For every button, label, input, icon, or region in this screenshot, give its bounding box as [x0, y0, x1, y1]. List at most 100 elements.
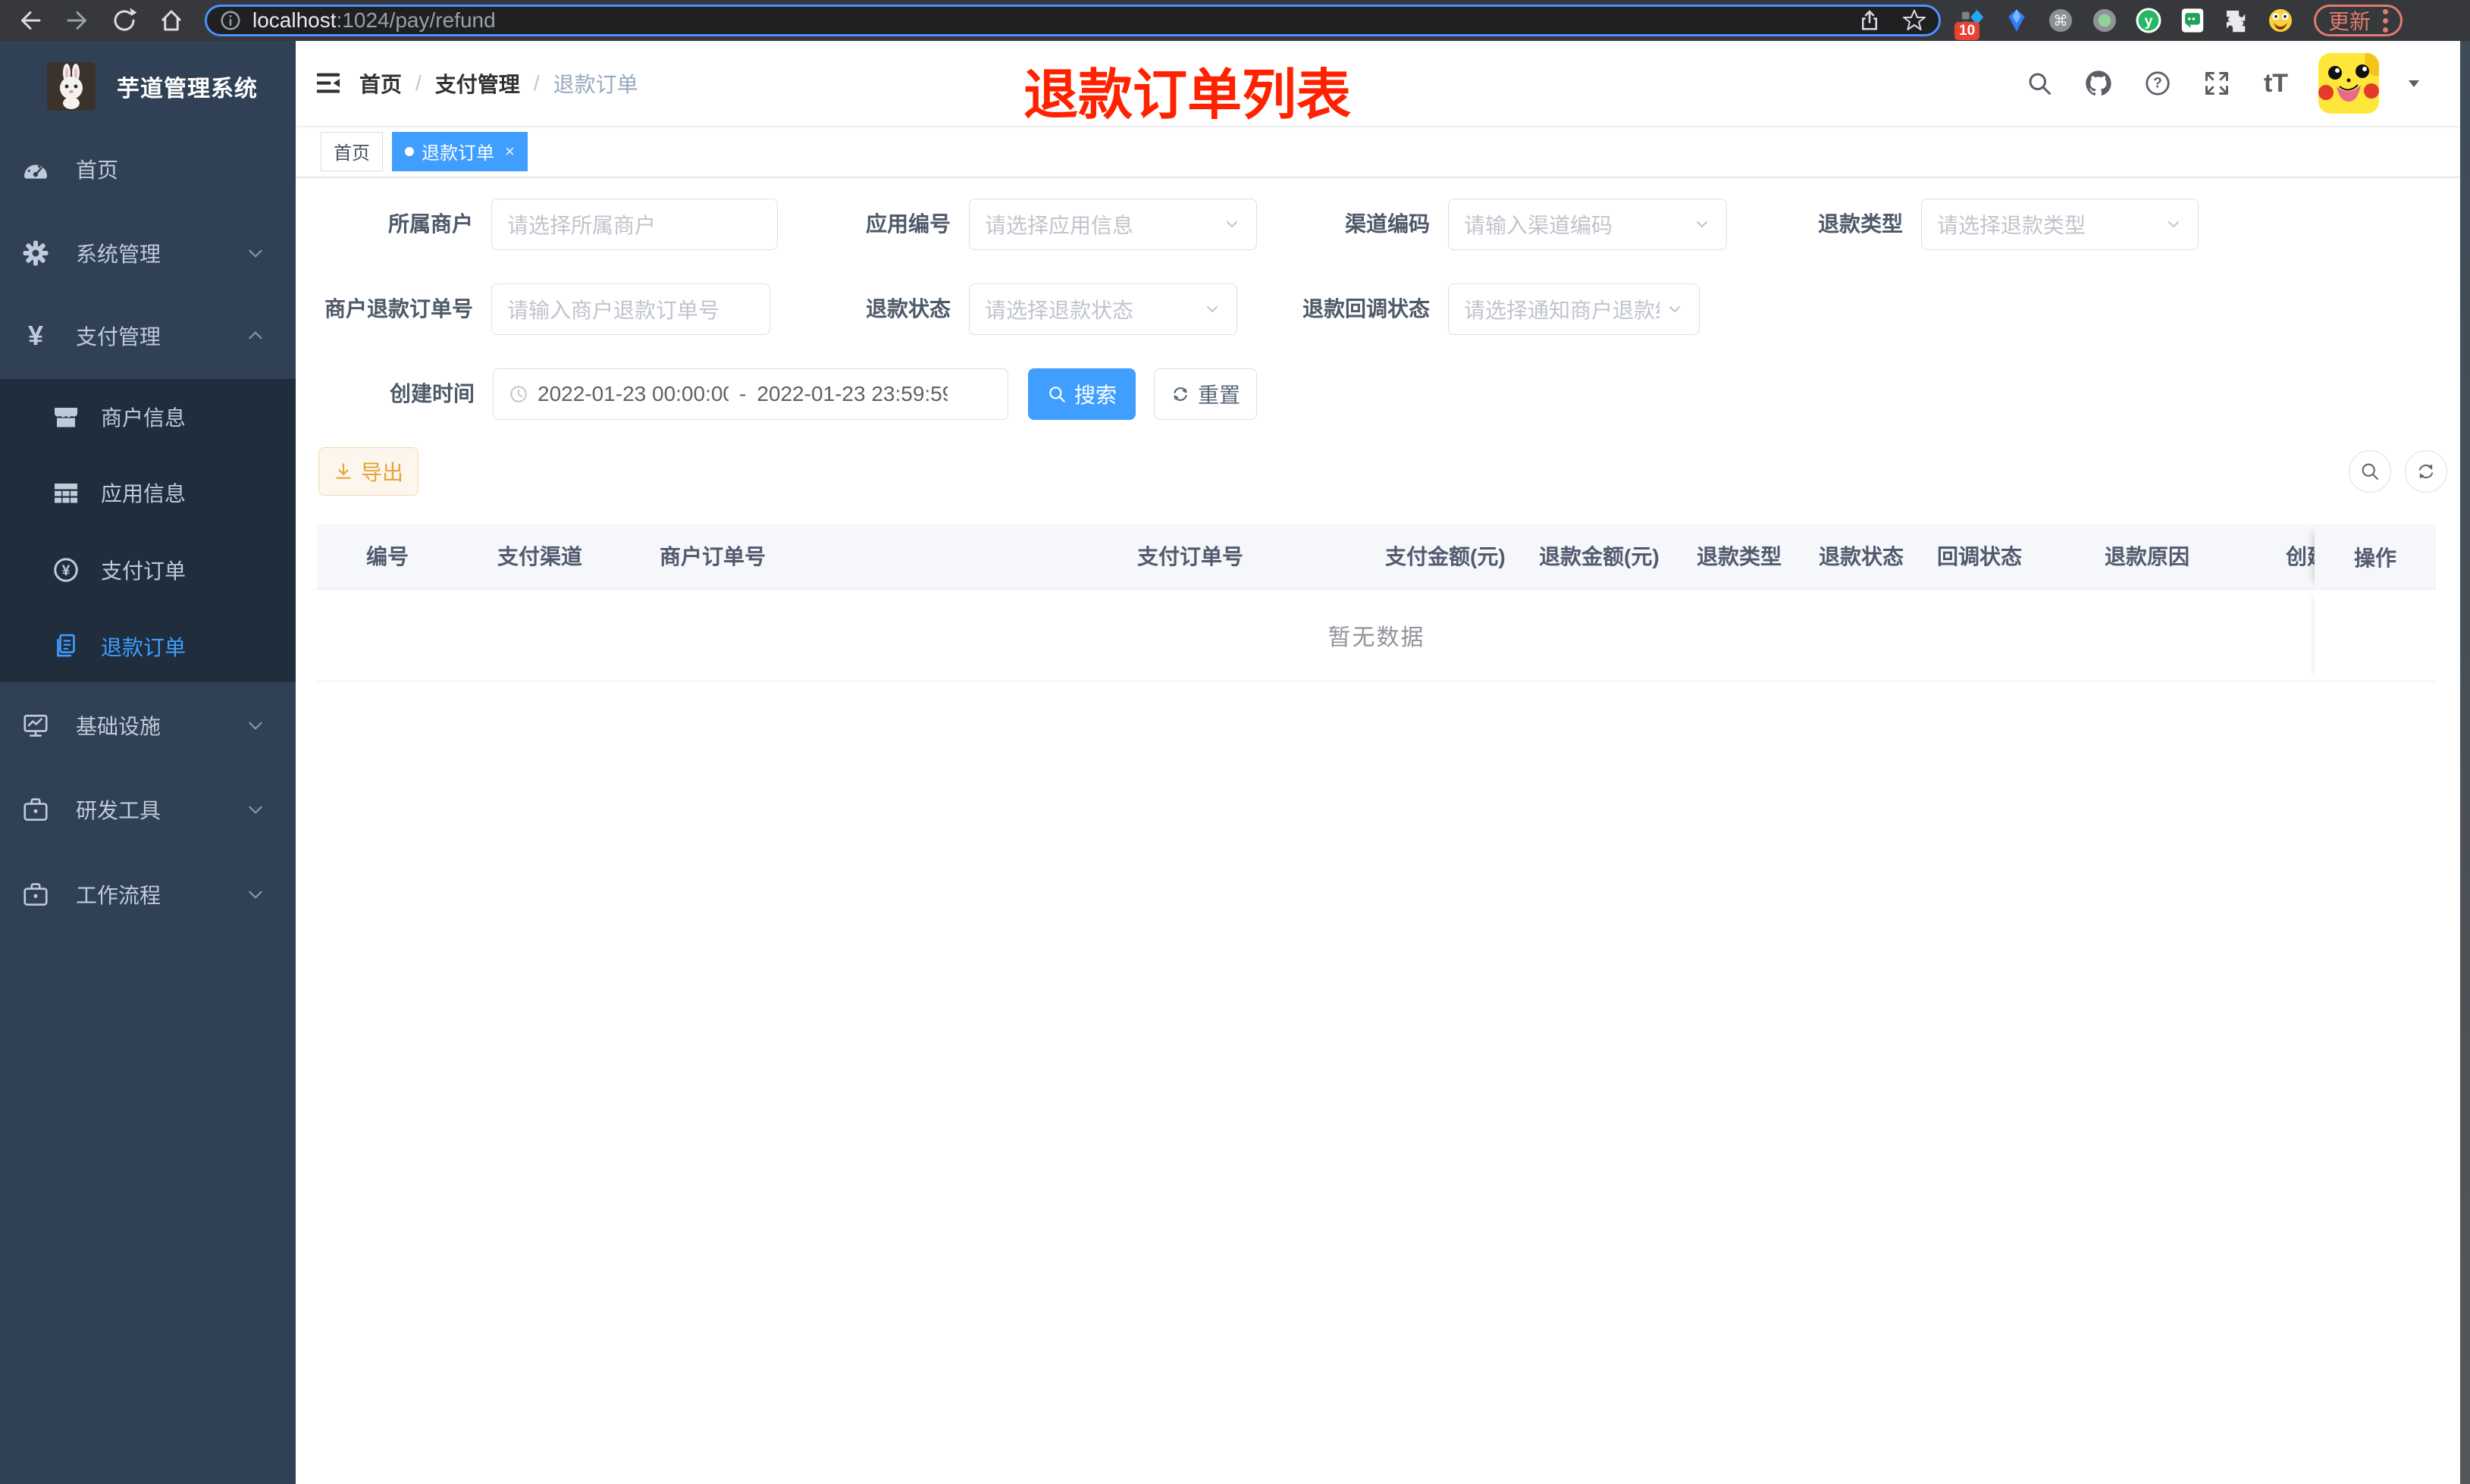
svg-text:y: y: [2145, 13, 2153, 30]
extensions-puzzle-icon[interactable]: [2223, 7, 2250, 34]
search-icon[interactable]: [2023, 67, 2056, 100]
breadcrumb-home[interactable]: 首页: [359, 68, 402, 99]
merchant-input[interactable]: 请选择所属商户: [491, 199, 778, 250]
sidebar-item-merchant-info[interactable]: 商户信息: [0, 394, 296, 440]
sidebar-item-payment[interactable]: ¥ 支付管理: [0, 313, 296, 358]
channel-select[interactable]: 请输入渠道编码: [1448, 199, 1727, 250]
document-copy-icon: [52, 632, 80, 661]
tag-home[interactable]: 首页: [321, 131, 383, 171]
sidebar: 芋道管理系统 首页 系统管理 ¥ 支付管理 商户信息 应用信息 ¥ 支付订单 退…: [0, 41, 296, 1484]
extension-record-icon[interactable]: [2091, 7, 2118, 34]
extension-chat-icon[interactable]: [2179, 7, 2206, 34]
filter-refund-status: 退款状态 请选择退款状态: [866, 283, 1237, 335]
caret-down-icon[interactable]: [2405, 74, 2423, 92]
app-select[interactable]: 请选择应用信息: [969, 199, 1257, 250]
font-size-icon[interactable]: tT: [2259, 67, 2293, 100]
chevron-down-icon: [246, 243, 265, 263]
grid-icon: [52, 478, 80, 507]
placeholder-text: 请选择应用信息: [985, 214, 1134, 237]
profile-avatar-icon[interactable]: [2267, 7, 2294, 34]
filter-label: 所属商户: [387, 212, 473, 236]
sidebar-fold-icon[interactable]: [311, 67, 346, 100]
browser-update-menu[interactable]: 更新: [2314, 5, 2403, 36]
url-bar[interactable]: localhost:1024/pay/refund: [205, 5, 1941, 36]
toggle-search-button[interactable]: [2349, 450, 2391, 493]
column-header: 回调状态: [1937, 545, 2023, 568]
browser-forward-button[interactable]: [61, 4, 94, 37]
sidebar-item-infra[interactable]: 基础设施: [0, 703, 296, 748]
extension-tabs-icon[interactable]: 10: [1954, 7, 1986, 40]
sidebar-item-system[interactable]: 系统管理: [0, 230, 296, 276]
extension-command-icon[interactable]: ⌘: [2047, 7, 2074, 34]
browser-back-button[interactable]: [14, 4, 47, 37]
sidebar-item-pay-order[interactable]: ¥ 支付订单: [0, 547, 296, 593]
extension-y-icon[interactable]: y: [2135, 7, 2162, 34]
breadcrumb-separator: /: [533, 71, 540, 95]
briefcase-icon: [21, 880, 50, 909]
notify-status-select[interactable]: 请选择通知商户退款结果: [1448, 283, 1700, 335]
refresh-button[interactable]: [2405, 450, 2447, 493]
merchant-refund-no-input[interactable]: 请输入商户退款订单号: [491, 283, 770, 335]
column-header: 支付金额(元): [1385, 545, 1506, 568]
window-edge-strip: [2460, 41, 2470, 1484]
column-header: 退款原因: [2105, 545, 2190, 568]
placeholder-text: 请输入渠道编码: [1464, 214, 1613, 237]
site-info-icon[interactable]: [219, 9, 242, 32]
filter-label: 商户退款订单号: [324, 297, 473, 321]
sidebar-item-workflow[interactable]: 工作流程: [0, 872, 296, 917]
chevron-up-icon: [246, 326, 265, 346]
tags-view-bar: 首页 退款订单 ×: [296, 126, 2470, 177]
filter-app: 应用编号 请选择应用信息: [866, 199, 1257, 250]
page-content: 所属商户 请选择所属商户 应用编号 请选择应用信息 渠道编码 请输入渠道编码 退…: [296, 177, 2470, 1484]
svg-text:?: ?: [2153, 76, 2162, 92]
sidebar-item-label: 支付订单: [101, 559, 187, 583]
bookmark-star-icon[interactable]: [1902, 8, 1926, 33]
fixed-column-body: [2315, 590, 2436, 681]
chevron-down-icon: [1693, 215, 1711, 233]
date-range-picker[interactable]: 2022-01-23 00:00:00 - 2022-01-23 23:59:5…: [493, 368, 1008, 420]
breadcrumb-section[interactable]: 支付管理: [435, 68, 520, 99]
sidebar-item-label: 基础设施: [76, 715, 161, 738]
placeholder-text: 请输入商户退款订单号: [507, 299, 720, 322]
svg-text:¥: ¥: [62, 562, 71, 579]
browser-reload-button[interactable]: [108, 4, 141, 37]
date-end-value: 2022-01-23 23:59:59: [757, 382, 948, 405]
refund-status-select[interactable]: 请选择退款状态: [969, 283, 1237, 335]
chevron-down-icon: [246, 800, 265, 819]
search-button-label: 搜索: [1074, 384, 1117, 407]
filter-label: 退款类型: [1817, 212, 1903, 236]
github-icon[interactable]: [2082, 67, 2115, 100]
breadcrumb-separator: /: [415, 71, 422, 95]
close-icon[interactable]: ×: [505, 142, 515, 161]
tag-refund-order[interactable]: 退款订单 ×: [392, 131, 528, 171]
briefcase-icon: [21, 795, 50, 824]
extension-gem-icon[interactable]: [2003, 7, 2030, 34]
app-logo[interactable]: 芋道管理系统: [47, 62, 258, 111]
sidebar-item-home[interactable]: 首页: [0, 146, 296, 192]
user-avatar[interactable]: [2318, 53, 2379, 114]
share-icon[interactable]: [1858, 9, 1881, 32]
date-separator: -: [739, 382, 747, 405]
active-dot-icon: [405, 146, 414, 156]
search-button[interactable]: 搜索: [1028, 368, 1136, 420]
chevron-down-icon: [246, 715, 265, 735]
help-icon[interactable]: ?: [2141, 67, 2174, 100]
url-host: localhost: [252, 8, 337, 32]
date-start-value: 2022-01-23 00:00:00: [538, 382, 729, 405]
sidebar-item-app-info[interactable]: 应用信息: [0, 470, 296, 515]
chevron-down-icon: [1666, 300, 1684, 318]
export-button[interactable]: 导出: [318, 447, 418, 496]
browser-home-button[interactable]: [155, 4, 188, 37]
sidebar-item-refund-order[interactable]: 退款订单: [0, 624, 296, 669]
reset-button[interactable]: 重置: [1154, 368, 1257, 420]
filter-label: 渠道编码: [1344, 212, 1430, 236]
sidebar-item-dev-tools[interactable]: 研发工具: [0, 787, 296, 832]
fullscreen-icon[interactable]: [2200, 67, 2233, 100]
column-header: 支付订单号: [1137, 545, 1244, 568]
dashboard-icon: [21, 155, 50, 183]
table-empty-row: 暂无数据: [317, 590, 2436, 681]
empty-text: 暂无数据: [1327, 625, 1425, 650]
refund-type-select[interactable]: 请选择退款类型: [1921, 199, 2199, 250]
column-header: 退款状态: [1819, 545, 1904, 568]
clock-icon: [509, 384, 528, 404]
